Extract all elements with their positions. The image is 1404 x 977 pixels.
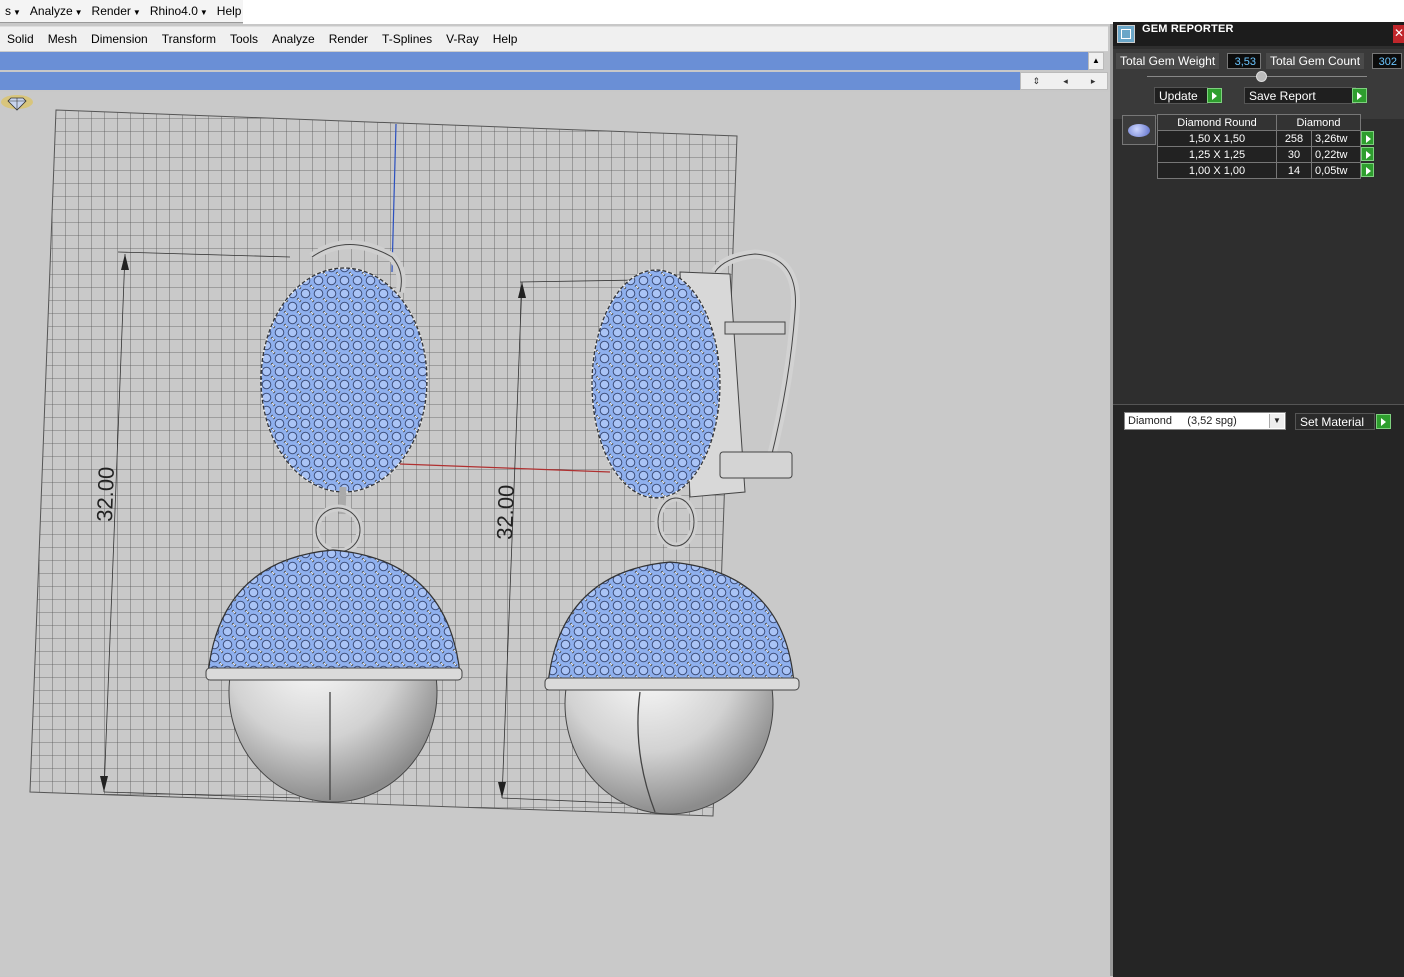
update-go-icon[interactable] [1207, 88, 1222, 103]
material-section [1113, 404, 1404, 977]
viewport-scene: 32.00 32.00 [29, 109, 800, 817]
diamond-oval-icon [1128, 124, 1150, 137]
slider-knob[interactable] [1256, 71, 1267, 82]
menu-render[interactable]: Render [322, 32, 375, 46]
total-count-value: 302 [1372, 53, 1402, 69]
command-controls: ⇕ ◂ ▸ [1020, 72, 1108, 90]
command-input-bar[interactable] [0, 72, 1020, 90]
menu-solid[interactable]: Solid [0, 32, 41, 46]
top-menubar: s▼ Analyze▼ Render▼ Rhino4.0▼ Help▼ [0, 0, 251, 23]
table-row[interactable]: 1,50 X 1,50 258 3,26tw [1157, 130, 1382, 147]
diamond-round-thumbnail[interactable] [1122, 115, 1156, 145]
set-material-button-label: Set Material [1300, 415, 1365, 429]
close-icon[interactable]: ✕ [1393, 25, 1404, 43]
material-select-value: Diamond (3,52 spg) [1128, 415, 1237, 427]
set-material-go-icon[interactable] [1376, 414, 1391, 429]
top-menu-render[interactable]: Render ▼ [87, 4, 145, 18]
menu-tools[interactable]: Tools [223, 32, 265, 46]
total-weight-value: 3,53 [1227, 53, 1261, 69]
material-select[interactable]: Diamond (3,52 spg) ▼ [1124, 412, 1286, 430]
table-row[interactable]: 1,00 X 1,00 14 0,05tw [1157, 162, 1382, 179]
gem-size: 1,00 X 1,00 [1157, 162, 1277, 179]
gem-count: 30 [1276, 146, 1312, 163]
gem-weight: 0,05tw [1311, 162, 1361, 179]
menu-tsplines[interactable]: T-Splines [375, 32, 439, 46]
table-row[interactable]: 1,25 X 1,25 30 0,22tw [1157, 146, 1382, 163]
save-report-button[interactable]: Save Report [1244, 87, 1356, 104]
gem-size: 1,50 X 1,50 [1157, 130, 1277, 147]
save-report-button-label: Save Report [1249, 89, 1316, 103]
header-material: Diamond [1276, 114, 1361, 131]
scroll-up-icon[interactable]: ▲ [1088, 52, 1104, 70]
gem-weight: 3,26tw [1311, 130, 1361, 147]
header-shape: Diamond Round [1157, 114, 1277, 131]
total-count-label: Total Gem Count [1266, 53, 1365, 69]
arrow-right-icon[interactable]: ▸ [1091, 76, 1096, 87]
title-strip [243, 0, 1404, 24]
top-menu-rhino4[interactable]: Rhino4.0 ▼ [145, 4, 212, 18]
menu-transform[interactable]: Transform [155, 32, 223, 46]
gem-stats: Total Gem Weight 3,53 Total Gem Count 30… [1113, 49, 1404, 119]
command-history-bar[interactable] [0, 52, 1088, 70]
row-go-icon[interactable] [1361, 162, 1374, 177]
menu-vray[interactable]: V-Ray [439, 32, 486, 46]
set-material-button[interactable]: Set Material [1295, 413, 1375, 430]
gem-size: 1,25 X 1,25 [1157, 146, 1277, 163]
menu-help[interactable]: Help [486, 32, 525, 46]
menu-analyze[interactable]: Analyze [265, 32, 322, 46]
panel-header: GEM REPORTER ✕ [1113, 22, 1404, 46]
gem-reporter-logo-icon [1117, 25, 1135, 43]
dimension-right-label: 32.00 [492, 484, 519, 540]
main-menubar: Solid Mesh Dimension Transform Tools Ana… [0, 26, 1108, 52]
panel-title: GEM REPORTER [1142, 23, 1234, 35]
gem-count: 258 [1276, 130, 1312, 147]
menu-mesh[interactable]: Mesh [41, 32, 84, 46]
gem-count: 14 [1276, 162, 1312, 179]
chevron-down-icon[interactable]: ▼ [1269, 414, 1284, 428]
gem-table-header: Diamond Round Diamond [1157, 114, 1382, 131]
spin-icon[interactable]: ⇕ [1033, 76, 1041, 87]
save-report-go-icon[interactable] [1352, 88, 1367, 103]
gem-icon[interactable] [0, 92, 34, 112]
update-button[interactable]: Update [1154, 87, 1208, 104]
row-go-icon[interactable] [1361, 130, 1374, 145]
gem-table: Diamond Round Diamond 1,50 X 1,50 258 3,… [1157, 114, 1382, 179]
top-menu-analyze[interactable]: Analyze ▼ [25, 4, 87, 18]
update-button-label: Update [1159, 89, 1198, 103]
top-menu-item[interactable]: s ▼ [0, 4, 25, 18]
arrow-left-icon[interactable]: ◂ [1063, 76, 1068, 87]
perspective-viewport[interactable]: 32.00 32.00 [0, 92, 1110, 976]
dimension-left-label: 32.00 [92, 466, 119, 522]
total-weight-label: Total Gem Weight [1116, 53, 1220, 69]
row-go-icon[interactable] [1361, 146, 1374, 161]
gem-weight: 0,22tw [1311, 146, 1361, 163]
gem-reporter-panel: GEM REPORTER ✕ Total Gem Weight 3,53 Tot… [1113, 22, 1404, 977]
menu-dimension[interactable]: Dimension [84, 32, 155, 46]
